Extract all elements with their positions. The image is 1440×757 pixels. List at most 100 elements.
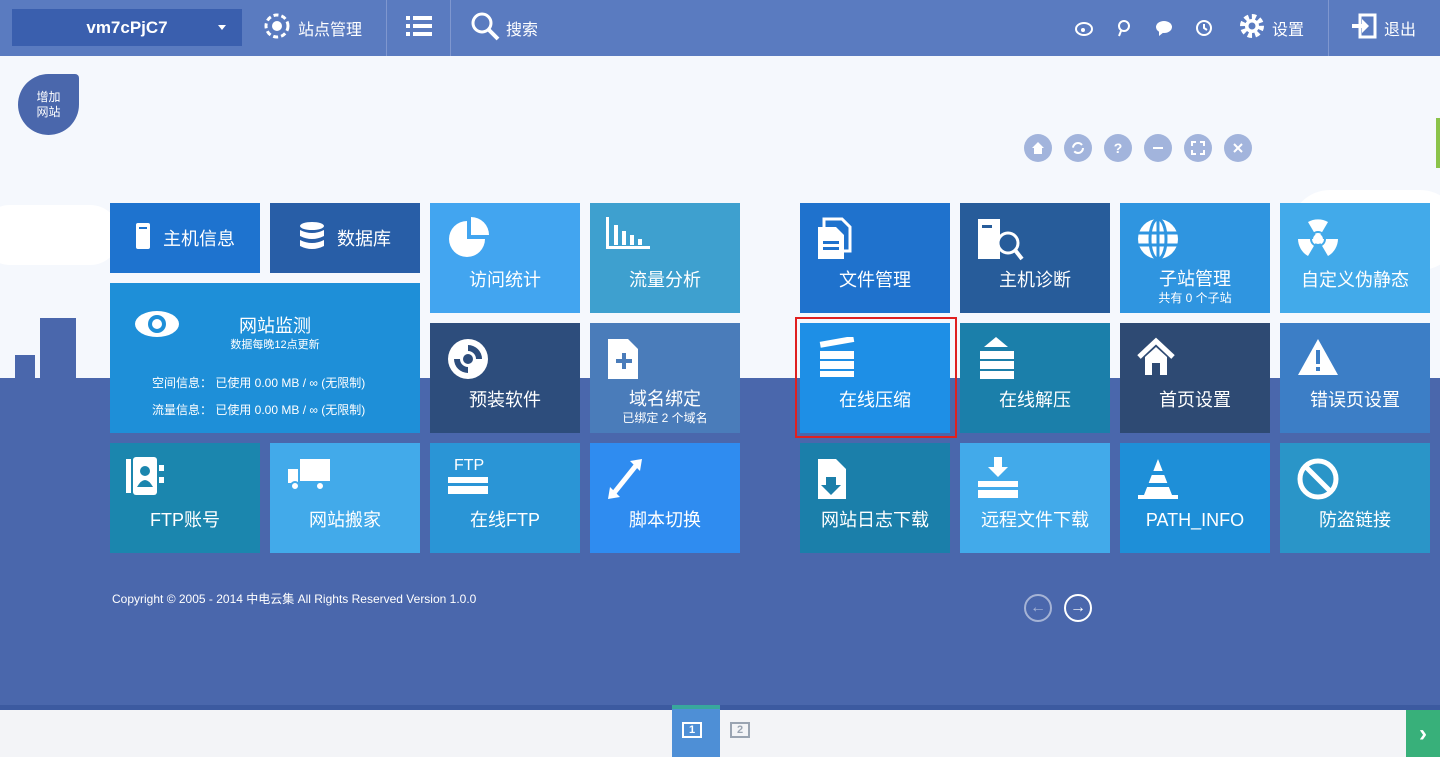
anti-leech-tile[interactable]: 防盗链接 [1280,443,1430,553]
homepage-label: 首页设置 [1159,390,1231,410]
add-site-label-2: 网站 [36,104,61,119]
online-ftp-label: 在线FTP [470,510,540,530]
flow-info: 流量信息： 已使用 0.00 MB / ∞ (无限制) [152,403,366,417]
divider [450,0,451,56]
clock-icon[interactable] [1194,18,1214,38]
rewrite-label: 自定义伪静态 [1301,270,1409,290]
building-decoration [40,318,76,378]
site-name: vm7cPjC7 [86,17,168,37]
tencent-weibo-icon[interactable] [1114,18,1134,38]
bottom-bar [0,710,1440,757]
site-monitor-tile[interactable]: 网站监测 数据每晚12点更新 空间信息： 已使用 0.00 MB / ∞ (无限… [110,283,420,433]
remote-download-tile[interactable]: 远程文件下载 [960,443,1110,553]
preinstall-tile[interactable]: 预装软件 [430,323,580,433]
rewrite-tile[interactable]: 自定义伪静态 [1280,203,1430,313]
ftp-badge: FTP [454,457,485,474]
host-diag-tile[interactable]: 主机诊断 [960,203,1110,313]
subsite-label: 子站管理 [1159,269,1231,289]
house-icon [1136,337,1176,382]
weibo-icon[interactable] [1074,18,1094,38]
list-icon [406,15,432,42]
site-manage-button[interactable]: 站点管理 [262,0,362,56]
download-tray-icon [976,457,1020,506]
monitor-subtitle: 数据每晚12点更新 [230,339,320,351]
site-selector[interactable]: vm7cPjC7 [12,9,242,46]
logout-label: 退出 [1384,22,1417,39]
contact-card-icon [126,457,164,500]
divider [1328,0,1329,56]
domain-bind-tile[interactable]: 域名绑定 已绑定 2 个域名 [590,323,740,433]
ftp-drive-icon: FTP [446,457,490,500]
minimize-icon[interactable] [1144,134,1172,162]
exit-icon [1350,12,1378,45]
database-icon [299,221,325,256]
homepage-tile[interactable]: 首页设置 [1120,323,1270,433]
visit-stats-label: 访问统计 [469,270,541,290]
database-tile[interactable]: 数据库 [270,203,420,273]
chat-icon[interactable] [1154,18,1174,38]
site-move-tile[interactable]: 网站搬家 [270,443,420,553]
add-site-button[interactable]: 增加 网站 [18,74,79,135]
traffic-tile[interactable]: 流量分析 [590,203,740,313]
selection-highlight [795,317,957,438]
menu-button[interactable] [406,0,432,56]
ftp-account-label: FTP账号 [150,510,220,530]
file-download-icon [816,457,850,506]
host-info-tile[interactable]: 主机信息 [110,203,260,273]
search-icon [470,11,500,46]
site-manage-label: 站点管理 [298,22,363,39]
top-bar: vm7cPjC7 站点管理 搜索 设置 退出 [0,0,1440,56]
prev-arrow-icon[interactable]: ← [1024,594,1052,622]
anti-leech-label: 防盗链接 [1319,510,1391,530]
preinstall-label: 预装软件 [469,390,541,410]
path-info-label: PATH_INFO [1145,510,1245,530]
database-label: 数据库 [337,229,391,249]
server-icon [135,222,151,255]
script-switch-tile[interactable]: 脚本切换 [590,443,740,553]
site-log-tile[interactable]: 网站日志下载 [800,443,950,553]
page-1-number: 1 [688,724,696,736]
errorpage-label: 错误页设置 [1310,390,1400,410]
domain-bind-sub: 已绑定 2 个域名 [622,411,708,425]
search-button[interactable]: 搜索 [470,0,538,56]
server-search-icon [976,217,1024,268]
visit-stats-tile[interactable]: 访问统计 [430,203,580,313]
add-site-label-1: 增加 [36,89,61,104]
next-page-chevron-icon[interactable]: › [1406,710,1440,757]
next-arrow-icon[interactable]: → [1064,594,1092,622]
file-manage-label: 文件管理 [839,270,911,290]
subsite-tile[interactable]: 子站管理 共有 0 个子站 [1120,203,1270,313]
home-icon[interactable] [1024,134,1052,162]
truck-icon [286,457,330,496]
bar-chart-icon [606,217,650,254]
space-info: 空间信息： 已使用 0.00 MB / ∞ (无限制) [152,376,366,390]
page-2-button[interactable]: 2 [730,722,750,738]
page-1-button[interactable]: 1 [672,705,720,757]
online-ftp-tile[interactable]: FTP 在线FTP [430,443,580,553]
fullscreen-icon[interactable] [1184,134,1212,162]
ftp-account-tile[interactable]: FTP账号 [110,443,260,553]
logout-button[interactable]: 退出 [1350,0,1416,56]
domain-bind-label: 域名绑定 [629,389,701,409]
script-switch-label: 脚本切换 [629,510,701,530]
remote-download-label: 远程文件下载 [981,510,1089,530]
document-icon [816,217,856,266]
close-icon[interactable] [1224,134,1252,162]
disc-icon [446,337,490,386]
host-info-label: 主机信息 [163,229,235,249]
page-2-number: 2 [736,724,744,736]
chevron-down-icon [218,25,226,30]
warning-icon [1296,337,1340,382]
help-icon[interactable]: ? [1104,134,1132,162]
path-info-tile[interactable]: PATH_INFO [1120,443,1270,553]
decompress-tile[interactable]: 在线解压 [960,323,1110,433]
switch-arrows-icon [606,457,646,506]
settings-label: 设置 [1272,22,1305,39]
traffic-cone-icon [1136,457,1180,506]
errorpage-tile[interactable]: 错误页设置 [1280,323,1430,433]
refresh-icon[interactable] [1064,134,1092,162]
copyright-text: Copyright © 2005 - 2014 中电云集 All Rights … [112,592,477,606]
divider [386,0,387,56]
file-manage-tile[interactable]: 文件管理 [800,203,950,313]
settings-button[interactable]: 设置 [1238,0,1304,56]
